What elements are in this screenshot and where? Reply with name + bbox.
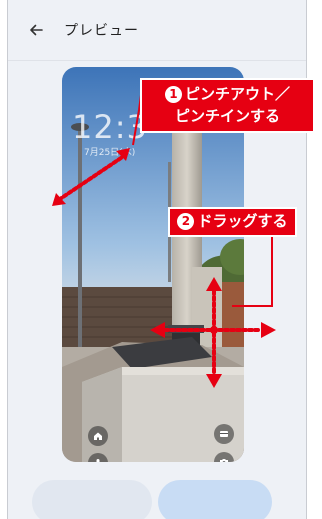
callout-pinch-line1: 1 ピンチアウト／ — [142, 83, 313, 105]
bottom-button-right[interactable] — [158, 480, 272, 519]
app-bar: プレビュー — [8, 0, 306, 60]
callout-pinch: 1 ピンチアウト／ ピンチインする — [140, 78, 315, 133]
bottom-button-left[interactable] — [32, 480, 152, 519]
microphone-icon — [96, 459, 100, 462]
step2-number: 2 — [177, 213, 195, 230]
shortcut-wallet-button[interactable] — [214, 424, 234, 444]
step2-text: ドラッグする — [197, 212, 288, 230]
step1-text-line1: ピンチアウト／ — [184, 85, 290, 103]
arrow-left-icon — [30, 24, 43, 36]
back-button[interactable] — [22, 16, 50, 44]
page-title: プレビュー — [64, 23, 139, 39]
shortcut-home-button[interactable] — [88, 426, 108, 446]
wallet-icon — [220, 431, 228, 437]
step1-text-line2: ピンチインする — [174, 107, 280, 125]
callout-drag: 2 ドラッグする — [168, 207, 297, 237]
home-icon — [94, 432, 102, 440]
appbar-divider — [8, 60, 306, 61]
camera-icon — [220, 459, 228, 462]
lock-screen-clock: 12:3 — [72, 108, 148, 146]
step1-number: 1 — [164, 86, 182, 103]
lock-screen-date: 7月25日(木) — [84, 148, 136, 158]
